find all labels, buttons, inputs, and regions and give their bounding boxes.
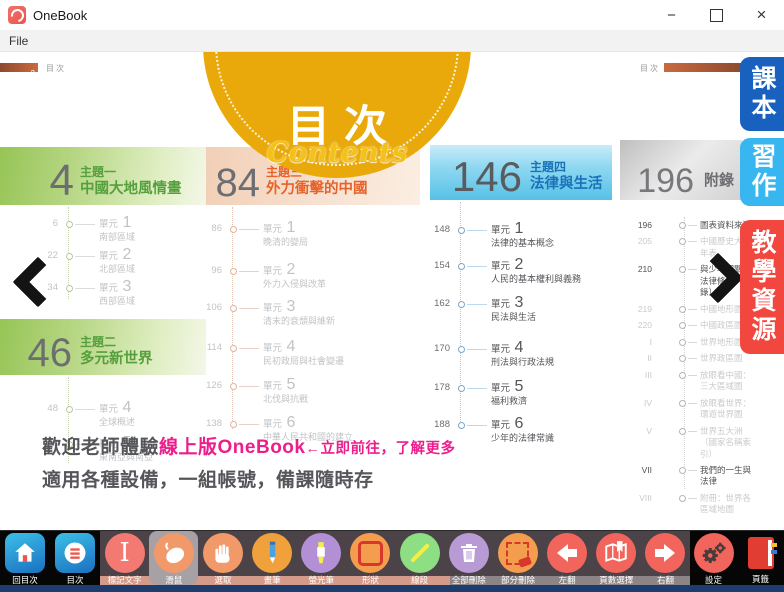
tool-pen-button[interactable]: 畫筆: [248, 531, 297, 585]
toc-subtitle: Contents: [203, 136, 471, 169]
trash-icon: [449, 533, 489, 573]
tool-settings-button[interactable]: 設定: [690, 531, 737, 585]
appendix-item[interactable]: V世界五大洲（國家名稱索引）: [622, 426, 752, 460]
theme-banner-1[interactable]: 4 主題一 中國大地風情畫: [0, 147, 206, 205]
tool-toc-button[interactable]: 目次: [50, 531, 100, 585]
tool-mark-text-button[interactable]: I 標記文字: [100, 531, 149, 585]
promo-line2: 適用各種設備，一組帳號，備課隨時存: [42, 465, 455, 492]
menu-bar: File: [0, 30, 784, 52]
book-pages-icon: [596, 533, 636, 573]
gear-icon: [694, 533, 734, 573]
toc-unit[interactable]: 148 單元 1 法律的基本概念: [414, 224, 634, 250]
bottom-toolbar: 回目次 目次 I 標記文字 滑鼠: [0, 530, 784, 585]
page-corner-bar-left: 2: [0, 63, 38, 72]
tool-delete-all-button[interactable]: 全部刪除: [444, 531, 493, 585]
pen-icon: [252, 533, 292, 573]
arrow-left-icon: [547, 533, 587, 573]
toc-unit[interactable]: 126 單元 5 北伐與抗戰: [186, 380, 406, 406]
tool-home-button[interactable]: 回目次: [0, 531, 50, 585]
appendix-item[interactable]: 196圖表資料來源: [622, 220, 752, 231]
tool-page-next-button[interactable]: 右翻: [641, 531, 690, 585]
onebook-logo-icon: [8, 6, 26, 24]
appendix-item[interactable]: 205中國歷史大事年表: [622, 236, 752, 259]
eraser-icon: [498, 533, 538, 573]
page-corner-bar-right: [664, 63, 742, 72]
tool-partial-delete-button[interactable]: 部分刪除: [493, 531, 542, 585]
appendix-item[interactable]: III放眼看中國：三大區域圖: [622, 370, 752, 393]
shape-icon: [350, 533, 390, 573]
line-icon: [400, 533, 440, 573]
toc-unit[interactable]: 154 單元 2 人民的基本權利與義務: [414, 260, 634, 286]
onebook-window: OneBook − × File 2 目次 目次 目次 Contents 4 主…: [0, 0, 784, 592]
list-icon: [55, 533, 95, 573]
tab-resources[interactable]: 教學資源: [740, 220, 784, 354]
theme-label: 主題一: [80, 165, 182, 180]
tab-workbook[interactable]: 習作: [740, 138, 784, 206]
theme-label: 主題二: [80, 335, 153, 350]
book-page: 2 目次 目次 目次 Contents 4 主題一 中國大地風情畫 46 主題二…: [0, 52, 784, 530]
window-title: OneBook: [33, 8, 87, 23]
appendix-item[interactable]: IV放眼看世界：環遊世界圖: [622, 398, 752, 421]
appendix-item[interactable]: 220中國政區圖: [622, 320, 752, 331]
bookmark-icon: [748, 537, 774, 569]
promo-link[interactable]: 線上版OneBook: [159, 437, 305, 458]
maximize-button[interactable]: [694, 0, 739, 30]
promo-message: 歡迎老師體驗線上版OneBook←立即前往，了解更多 適用各種設備，一組帳號，備…: [42, 432, 455, 492]
highlighter-icon: [301, 533, 341, 573]
theme-title: 多元新世界: [80, 350, 153, 368]
appendix-title: 附錄: [704, 172, 734, 191]
toc-unit[interactable]: 96 單元 2 外力入侵與改革: [186, 265, 406, 291]
tab-textbook[interactable]: 課本: [740, 57, 784, 131]
theme-title: 法律與生活: [530, 175, 603, 193]
maximize-icon: [710, 9, 723, 22]
close-button[interactable]: ×: [739, 0, 784, 30]
toc-unit[interactable]: 178 單元 5 福利救濟: [414, 382, 634, 408]
title-bar: OneBook − ×: [0, 0, 784, 30]
toc-unit[interactable]: 106 單元 3 清末的衰頹與維新: [186, 302, 406, 328]
appendix-list: 196圖表資料來源 205中國歷史大事年表 210與少年相關之法律條文（節錄） …: [622, 220, 752, 516]
appendix-item[interactable]: 219中國地形圖: [622, 304, 752, 315]
tool-highlighter-button[interactable]: 螢光筆: [297, 531, 346, 585]
text-mark-icon: I: [105, 533, 145, 573]
bottom-edge-bar: [0, 585, 784, 592]
theme-title: 中國大地風情畫: [80, 180, 182, 198]
tool-select-button[interactable]: 選取: [198, 531, 247, 585]
appendix-banner[interactable]: 196 附錄: [620, 140, 742, 200]
theme-label: 主題四: [530, 160, 603, 175]
appendix-item[interactable]: VIII附冊：世界各區域地圖: [622, 493, 752, 516]
mouse-icon: [154, 533, 194, 573]
tool-bookmark-button[interactable]: 頁籤: [737, 531, 784, 585]
tool-page-select-button[interactable]: 頁數選擇: [592, 531, 641, 585]
menu-file[interactable]: File: [0, 34, 37, 48]
appendix-item[interactable]: VII我們的一生與法律: [622, 465, 752, 488]
home-icon: [5, 533, 45, 573]
promo-cta[interactable]: ←立即前往，了解更多: [305, 441, 455, 457]
toc-unit[interactable]: 162 單元 3 民法與生活: [414, 298, 634, 324]
toc-unit[interactable]: 170 單元 4 刑法與行政法規: [414, 343, 634, 369]
appendix-item[interactable]: I世界地形圖: [622, 337, 752, 348]
tool-line-button[interactable]: 線段: [395, 531, 444, 585]
theme-title: 外力衝擊的中國: [266, 180, 368, 198]
tool-page-prev-button[interactable]: 左翻: [543, 531, 592, 585]
arrow-right-icon: [645, 533, 685, 573]
appendix-item[interactable]: II世界政區圖: [622, 353, 752, 364]
hand-icon: [203, 533, 243, 573]
page-corner-label-right: 目次: [640, 63, 660, 74]
tool-mouse-button[interactable]: 滑鼠: [149, 531, 198, 585]
page-corner-label-left: 目次: [46, 63, 66, 74]
tool-shape-button[interactable]: 形狀: [346, 531, 395, 585]
theme-banner-2[interactable]: 46 主題二 多元新世界: [0, 319, 206, 375]
promo-prefix: 歡迎老師體驗: [42, 437, 159, 458]
toc-unit[interactable]: 114 單元 4 民初政局與社會變遷: [186, 342, 406, 368]
toc-unit[interactable]: 86 單元 1 晚清的變局: [186, 223, 406, 249]
minimize-button[interactable]: −: [649, 0, 694, 30]
